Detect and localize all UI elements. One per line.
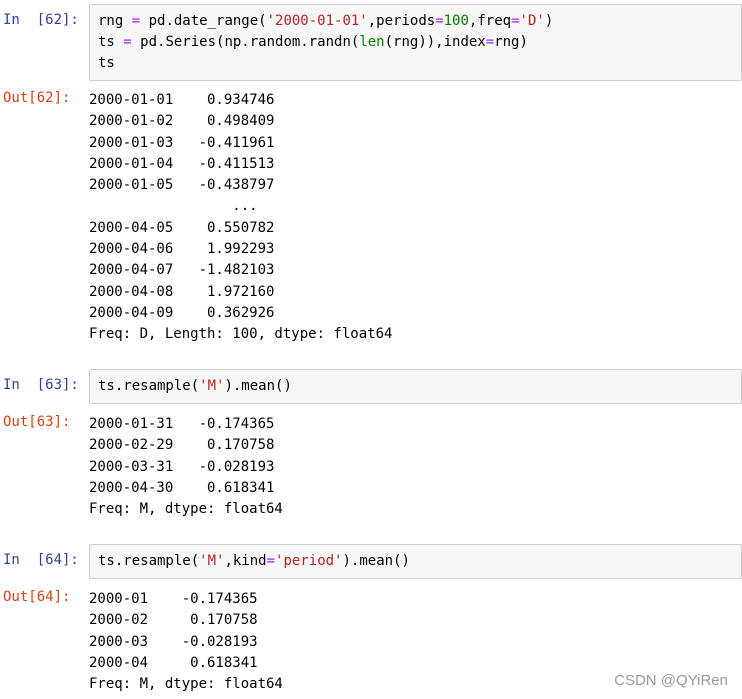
code-token: ts.resample( xyxy=(98,553,200,569)
code-token: 'period' xyxy=(275,553,343,569)
output-line: ... xyxy=(89,198,258,215)
cell-63-input[interactable]: ts.resample('M').mean() xyxy=(89,369,742,404)
cell-63-output: 2000-01-31 -0.174365 2000-02-29 0.170758… xyxy=(89,414,283,520)
output-line: 2000-02 0.170758 xyxy=(89,612,258,629)
output-line: 2000-04-30 0.618341 xyxy=(89,479,275,496)
code-token: = xyxy=(131,13,141,29)
output-line: 2000-01-04 -0.411513 xyxy=(89,155,275,172)
cell-62-input[interactable]: rng = pd.date_range('2000-01-01',periods… xyxy=(89,4,742,81)
code-token: rng xyxy=(98,13,132,29)
output-line: 2000-01-05 -0.438797 xyxy=(89,177,275,194)
code-token: = xyxy=(435,13,444,29)
code-token: ) xyxy=(544,13,554,29)
code-token: 100 xyxy=(443,13,469,29)
output-line: 2000-04 0.618341 xyxy=(89,654,258,671)
code-token: len xyxy=(359,34,385,50)
cell-64-input[interactable]: ts.resample('M',kind='period').mean() xyxy=(89,544,742,579)
code-token: 'M' xyxy=(199,553,225,569)
code-line: ts.resample('M').mean() xyxy=(98,376,733,397)
code-token: 'M' xyxy=(199,378,225,394)
output-line: 2000-01-03 -0.411961 xyxy=(89,134,275,151)
code-token: ,freq xyxy=(468,13,512,29)
output-line: 2000-01 -0.174365 xyxy=(89,591,258,607)
cell-62-in-prompt: In [62]: xyxy=(3,12,79,28)
code-token: ts xyxy=(98,34,124,50)
code-line: ts = pd.Series(np.random.randn(len(rng))… xyxy=(98,32,733,53)
code-token: = xyxy=(123,34,132,50)
cell-64-output: 2000-01 -0.174365 2000-02 0.170758 2000-… xyxy=(89,589,283,695)
code-token: ts xyxy=(98,55,115,71)
code-token: 'D' xyxy=(519,13,545,29)
output-line: 2000-03-31 -0.028193 xyxy=(89,458,275,475)
output-line: 2000-04-05 0.550782 xyxy=(89,219,275,236)
code-line: ts.resample('M',kind='period').mean() xyxy=(98,551,733,572)
output-line: 2000-02-29 0.170758 xyxy=(89,437,275,454)
cell-63-out-prompt: Out[63]: xyxy=(3,414,71,430)
cell-62-output: 2000-01-01 0.934746 2000-01-02 0.498409 … xyxy=(89,90,392,346)
code-token: ).mean() xyxy=(224,378,292,394)
output-line: Freq: M, dtype: float64 xyxy=(89,501,283,518)
code-token: = xyxy=(485,34,495,50)
cell-64-out-prompt: Out[64]: xyxy=(3,589,71,605)
code-token: = xyxy=(266,553,276,569)
code-token: (rng)),index xyxy=(384,34,486,50)
cell-64-in-prompt: In [64]: xyxy=(3,552,79,568)
cell-63-in-prompt: In [63]: xyxy=(3,377,79,393)
code-token: pd.date_range( xyxy=(140,13,267,29)
watermark: CSDN @QYiRen xyxy=(614,672,728,689)
code-token: '2000-01-01' xyxy=(266,13,368,29)
code-token: rng) xyxy=(494,34,528,50)
output-line: 2000-01-01 0.934746 xyxy=(89,92,275,108)
code-token: pd.Series(np.random.randn( xyxy=(131,34,360,50)
code-token: ).mean() xyxy=(342,553,410,569)
output-line: 2000-03 -0.028193 xyxy=(89,633,258,650)
output-line: 2000-04-08 1.972160 xyxy=(89,283,275,300)
code-token: ,periods xyxy=(367,13,436,29)
code-token: ts.resample( xyxy=(98,378,200,394)
code-token: ,kind xyxy=(224,553,267,569)
output-line: Freq: M, dtype: float64 xyxy=(89,676,283,693)
cell-62-out-prompt: Out[62]: xyxy=(3,90,71,106)
code-line: ts xyxy=(98,53,733,74)
output-line: 2000-01-02 0.498409 xyxy=(89,113,275,130)
output-line: 2000-04-09 0.362926 xyxy=(89,304,275,321)
code-line: rng = pd.date_range('2000-01-01',periods… xyxy=(98,11,733,32)
output-line: Freq: D, Length: 100, dtype: float64 xyxy=(89,326,393,343)
output-line: 2000-04-07 -1.482103 xyxy=(89,262,275,279)
code-token: = xyxy=(511,13,520,29)
output-line: 2000-04-06 1.992293 xyxy=(89,241,275,258)
output-line: 2000-01-31 -0.174365 xyxy=(89,416,275,432)
